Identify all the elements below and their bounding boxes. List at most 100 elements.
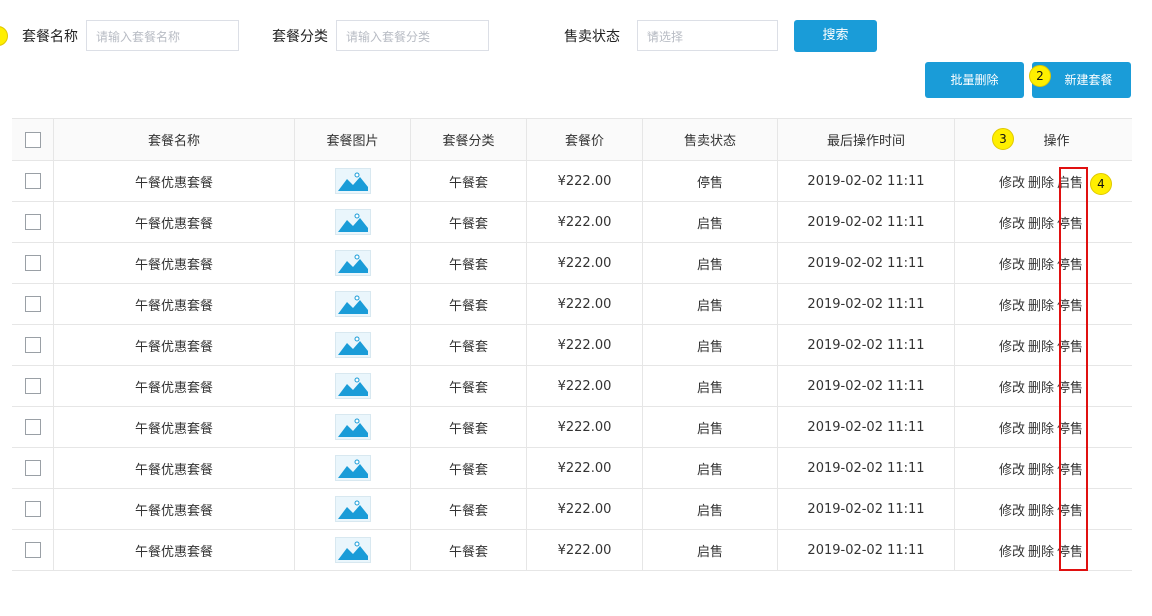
sale-status-cell: 启售 xyxy=(642,243,777,283)
delete-link[interactable]: 删除 xyxy=(1028,541,1054,560)
sale-status-cell: 启售 xyxy=(642,202,777,242)
row-checkbox[interactable] xyxy=(24,419,41,435)
image-placeholder-icon[interactable] xyxy=(334,291,371,317)
search-bar: 套餐名称 请输入套餐名称 套餐分类 请输入套餐分类 售卖状态 请选择 ﹀ 搜索 xyxy=(0,20,1152,53)
package-name-cell: 午餐优惠套餐 xyxy=(53,243,294,283)
image-placeholder-icon[interactable] xyxy=(334,250,371,276)
actions-cell: 修改 删除 停售 xyxy=(954,284,1132,324)
sale-status-select[interactable]: 请选择 ﹀ xyxy=(637,20,778,51)
actions-cell: 修改 删除 停售 xyxy=(954,530,1132,570)
actions-cell: 修改 删除 停售 xyxy=(954,407,1132,447)
package-category-cell: 午餐套 xyxy=(410,325,526,365)
row-checkbox[interactable] xyxy=(24,337,41,353)
image-placeholder-icon[interactable] xyxy=(334,537,371,563)
package-name-cell: 午餐优惠套餐 xyxy=(53,530,294,570)
row-select-cell xyxy=(12,448,53,488)
annotation-badge-1 xyxy=(0,26,8,46)
select-all-checkbox[interactable] xyxy=(24,131,41,148)
package-name-input[interactable]: 请输入套餐名称 xyxy=(86,20,239,51)
actions-cell: 修改 删除 停售 xyxy=(954,325,1132,365)
row-checkbox[interactable] xyxy=(24,255,41,271)
package-category-cell: 午餐套 xyxy=(410,243,526,283)
image-placeholder-icon[interactable] xyxy=(334,168,371,194)
package-image-cell xyxy=(294,325,410,365)
edit-link[interactable]: 修改 xyxy=(999,295,1025,314)
package-price-cell: ¥222.00 xyxy=(526,448,642,488)
row-select-cell xyxy=(12,243,53,283)
row-select-cell xyxy=(12,202,53,242)
image-placeholder-icon[interactable] xyxy=(334,414,371,440)
row-checkbox[interactable] xyxy=(24,460,41,476)
sale-status-cell: 启售 xyxy=(642,284,777,324)
package-name-cell: 午餐优惠套餐 xyxy=(53,489,294,529)
annotation-badge-4: 4 xyxy=(1090,173,1112,195)
delete-link[interactable]: 删除 xyxy=(1028,377,1054,396)
image-placeholder-icon[interactable] xyxy=(334,455,371,481)
package-category-input[interactable]: 请输入套餐分类 xyxy=(336,20,489,51)
package-price-cell: ¥222.00 xyxy=(526,489,642,529)
sale-status-cell: 启售 xyxy=(642,530,777,570)
table-row: 午餐优惠套餐 午餐套 ¥222.00 启售 2019-02-02 11:11 修改 删除 停售 xyxy=(12,366,1132,407)
delete-link[interactable]: 删除 xyxy=(1028,336,1054,355)
header-last-updated: 最后操作时间 xyxy=(777,119,954,160)
batch-delete-button[interactable]: 批量删除 xyxy=(925,62,1024,98)
delete-link[interactable]: 删除 xyxy=(1028,500,1054,519)
delete-link[interactable]: 删除 xyxy=(1028,254,1054,273)
edit-link[interactable]: 修改 xyxy=(999,459,1025,478)
table-body: 午餐优惠套餐 午餐套 ¥222.00 停售 2019-02-02 11:11 修改 删除 启售… xyxy=(12,161,1132,571)
row-checkbox[interactable] xyxy=(24,296,41,312)
header-select-all-cell xyxy=(12,119,53,160)
image-placeholder-icon[interactable] xyxy=(334,373,371,399)
search-button[interactable]: 搜索 xyxy=(794,20,877,52)
package-category-cell: 午餐套 xyxy=(410,448,526,488)
row-select-cell xyxy=(12,325,53,365)
edit-link[interactable]: 修改 xyxy=(999,418,1025,437)
package-price-cell: ¥222.00 xyxy=(526,407,642,447)
package-category-label: 套餐分类 xyxy=(272,29,328,45)
image-placeholder-icon[interactable] xyxy=(334,332,371,358)
package-name-cell: 午餐优惠套餐 xyxy=(53,448,294,488)
package-name-cell: 午餐优惠套餐 xyxy=(53,366,294,406)
row-checkbox[interactable] xyxy=(24,214,41,230)
table-row: 午餐优惠套餐 午餐套 ¥222.00 启售 2019-02-02 11:11 修改 删除 停售 xyxy=(12,325,1132,366)
table-row: 午餐优惠套餐 午餐套 ¥222.00 启售 2019-02-02 11:11 修改 删除 停售 xyxy=(12,407,1132,448)
delete-link[interactable]: 删除 xyxy=(1028,418,1054,437)
edit-link[interactable]: 修改 xyxy=(999,213,1025,232)
header-sale-status: 售卖状态 xyxy=(642,119,777,160)
edit-link[interactable]: 修改 xyxy=(999,336,1025,355)
row-checkbox[interactable] xyxy=(24,542,41,558)
edit-link[interactable]: 修改 xyxy=(999,377,1025,396)
package-image-cell xyxy=(294,448,410,488)
package-price-cell: ¥222.00 xyxy=(526,366,642,406)
table-row: 午餐优惠套餐 午餐套 ¥222.00 启售 2019-02-02 11:11 修改 删除 停售 xyxy=(12,530,1132,571)
package-name-cell: 午餐优惠套餐 xyxy=(53,202,294,242)
sale-status-cell: 启售 xyxy=(642,489,777,529)
header-package-name: 套餐名称 xyxy=(53,119,294,160)
package-name-label: 套餐名称 xyxy=(22,29,78,45)
delete-link[interactable]: 删除 xyxy=(1028,459,1054,478)
package-price-cell: ¥222.00 xyxy=(526,325,642,365)
table-header-row: 套餐名称 套餐图片 套餐分类 套餐价 售卖状态 最后操作时间 操作 xyxy=(12,119,1132,161)
edit-link[interactable]: 修改 xyxy=(999,172,1025,191)
sale-status-cell: 启售 xyxy=(642,448,777,488)
delete-link[interactable]: 删除 xyxy=(1028,213,1054,232)
sale-status-cell: 启售 xyxy=(642,407,777,447)
row-checkbox[interactable] xyxy=(24,501,41,517)
package-category-cell: 午餐套 xyxy=(410,366,526,406)
row-checkbox[interactable] xyxy=(24,173,41,189)
package-price-cell: ¥222.00 xyxy=(526,202,642,242)
edit-link[interactable]: 修改 xyxy=(999,500,1025,519)
row-checkbox[interactable] xyxy=(24,378,41,394)
sale-status-label: 售卖状态 xyxy=(564,29,620,45)
edit-link[interactable]: 修改 xyxy=(999,254,1025,273)
image-placeholder-icon[interactable] xyxy=(334,209,371,235)
delete-link[interactable]: 删除 xyxy=(1028,172,1054,191)
image-placeholder-icon[interactable] xyxy=(334,496,371,522)
delete-link[interactable]: 删除 xyxy=(1028,295,1054,314)
edit-link[interactable]: 修改 xyxy=(999,541,1025,560)
last-updated-cell: 2019-02-02 11:11 xyxy=(777,284,954,324)
package-category-placeholder: 请输入套餐分类 xyxy=(346,30,431,44)
last-updated-cell: 2019-02-02 11:11 xyxy=(777,161,954,201)
sale-status-cell: 停售 xyxy=(642,161,777,201)
table-row: 午餐优惠套餐 午餐套 ¥222.00 停售 2019-02-02 11:11 修改 删除 启售 xyxy=(12,161,1132,202)
